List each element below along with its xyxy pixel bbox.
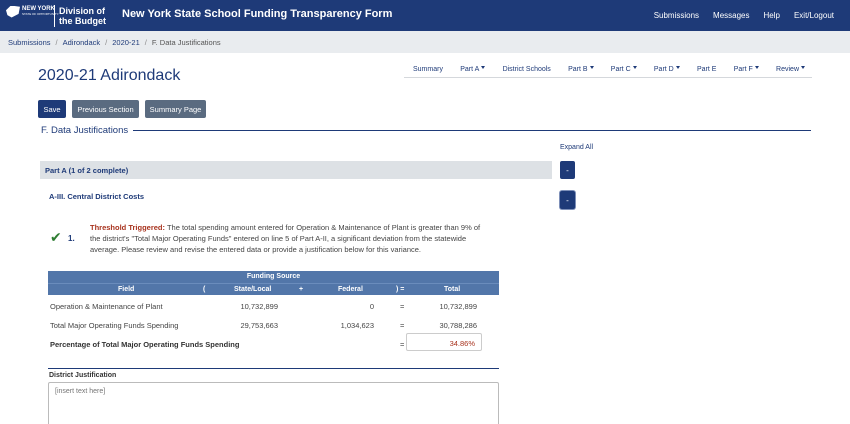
breadcrumb-bar: Submissions / Adirondack / 2020-21 / F. … [0, 31, 850, 53]
section-title: F. Data Justifications [41, 125, 134, 136]
top-nav-links: Submissions Messages Help Exit/Logout [654, 11, 834, 20]
caret-down-icon [589, 66, 594, 69]
breadcrumb: Submissions / Adirondack / 2020-21 / F. … [8, 38, 221, 47]
previous-section-button[interactable]: Previous Section [72, 100, 139, 118]
breadcrumb-submissions[interactable]: Submissions [8, 38, 51, 47]
new-york-state-shape-icon [6, 5, 20, 18]
part-a-label: Part A (1 of 2 complete) [45, 166, 129, 175]
top-navbar: NEW YORK STATE OF OPPORTUNITY. Division … [0, 0, 850, 31]
col-field: Field [118, 286, 135, 293]
nav-help-link[interactable]: Help [764, 11, 780, 20]
tab-part-f-label: Part F [733, 66, 753, 73]
breadcrumb-year[interactable]: 2020-21 [112, 38, 140, 47]
nys-logo-mark: NEW YORK STATE OF OPPORTUNITY. [4, 4, 59, 28]
col-close-eq: ) = [396, 286, 405, 293]
tab-part-a-label: Part A [460, 66, 480, 73]
row-total: 30,788,286 [439, 321, 477, 330]
percentage-field: Percentage of Total Major Operating Fund… [50, 340, 240, 349]
breadcrumb-separator: / [144, 38, 147, 47]
table-row: Operation & Maintenance of Plant 10,732,… [48, 297, 499, 316]
funding-source-header: Funding Source [48, 271, 499, 283]
collapse-part-a-button[interactable]: - [560, 161, 575, 179]
col-plus: + [299, 286, 304, 293]
tab-summary-label: Summary [413, 66, 443, 73]
section-divider [41, 130, 811, 131]
row-total: 10,732,899 [439, 302, 477, 311]
logo-state-subtext: STATE OF OPPORTUNITY. [22, 11, 60, 16]
tab-district-schools[interactable]: District Schools [503, 62, 551, 77]
row-eq: = [400, 302, 405, 311]
breadcrumb-adirondack[interactable]: Adirondack [63, 38, 101, 47]
caret-down-icon [481, 66, 486, 69]
nav-messages-link[interactable]: Messages [713, 11, 749, 20]
row-field: Total Major Operating Funds Spending [50, 321, 179, 330]
table-column-headers: Field ( State/Local + Federal ) = Total [48, 283, 499, 295]
checkmark-icon: ✔ [50, 229, 62, 245]
save-button[interactable]: Save [38, 100, 66, 118]
page-title: 2020-21 Adirondack [38, 67, 181, 84]
row-field: Operation & Maintenance of Plant [50, 302, 163, 311]
collapse-subsection-button[interactable]: - [560, 191, 575, 209]
row-state-local: 10,732,899 [240, 302, 278, 311]
threshold-triggered-label: Threshold Triggered: [90, 223, 166, 232]
part-a-header[interactable]: Part A (1 of 2 complete) [40, 161, 552, 179]
tab-part-e-label: Part E [697, 66, 717, 73]
col-total: Total [444, 286, 461, 293]
nav-exit-logout-link[interactable]: Exit/Logout [794, 11, 834, 20]
summary-page-button[interactable]: Summary Page [145, 100, 206, 118]
col-state-local: State/Local [234, 286, 272, 293]
expand-all-link[interactable]: Expand All [560, 144, 593, 151]
nav-submissions-link[interactable]: Submissions [654, 11, 699, 20]
subsection-label: A-III. Central District Costs [49, 192, 145, 201]
caret-down-icon [675, 66, 680, 69]
tab-part-d[interactable]: Part D [654, 62, 680, 77]
tab-review-label: Review [776, 66, 799, 73]
justification-divider [48, 368, 499, 369]
tab-part-d-label: Part D [653, 66, 674, 73]
section-tabs: Summary Part A District Schools Part B P… [404, 62, 812, 78]
justification-textarea[interactable] [48, 382, 499, 424]
logo-line-1: Division of [59, 5, 106, 16]
threshold-message: Threshold Triggered: The total spending … [90, 222, 490, 255]
breadcrumb-separator: / [55, 38, 58, 47]
col-open-paren: ( [203, 286, 206, 293]
caret-down-icon [632, 66, 637, 69]
tab-part-a[interactable]: Part A [460, 62, 486, 77]
tab-summary[interactable]: Summary [413, 62, 443, 77]
breadcrumb-current: F. Data Justifications [151, 38, 221, 47]
row-state-local: 29,753,663 [240, 321, 278, 330]
col-federal: Federal [338, 286, 363, 293]
tab-review[interactable]: Review [776, 62, 805, 77]
logo-state-text: NEW YORK [22, 5, 55, 12]
row-federal: 1,034,623 [340, 321, 374, 330]
logo-line-2: the Budget [59, 15, 106, 26]
tab-part-f[interactable]: Part F [734, 62, 759, 77]
percentage-eq: = [400, 340, 405, 349]
tab-part-b-label: Part B [568, 66, 588, 73]
percentage-value: 34.86% [406, 333, 482, 351]
tab-part-c[interactable]: Part C [611, 62, 637, 77]
logo-text: Division of the Budget [59, 6, 106, 26]
tab-part-e[interactable]: Part E [697, 62, 716, 77]
tab-district-schools-label: District Schools [502, 66, 551, 73]
tab-part-c-label: Part C [610, 66, 631, 73]
row-federal: 0 [369, 302, 374, 311]
division-of-budget-logo[interactable]: NEW YORK STATE OF OPPORTUNITY. Division … [4, 3, 106, 28]
tab-part-b[interactable]: Part B [568, 62, 594, 77]
caret-down-icon [801, 66, 805, 69]
caret-down-icon [754, 66, 759, 69]
breadcrumb-separator: / [105, 38, 108, 47]
app-title: New York State School Funding Transparen… [122, 8, 393, 20]
justification-label: District Justification [49, 372, 117, 379]
item-number: 1. [68, 234, 75, 243]
row-eq: = [400, 321, 405, 330]
